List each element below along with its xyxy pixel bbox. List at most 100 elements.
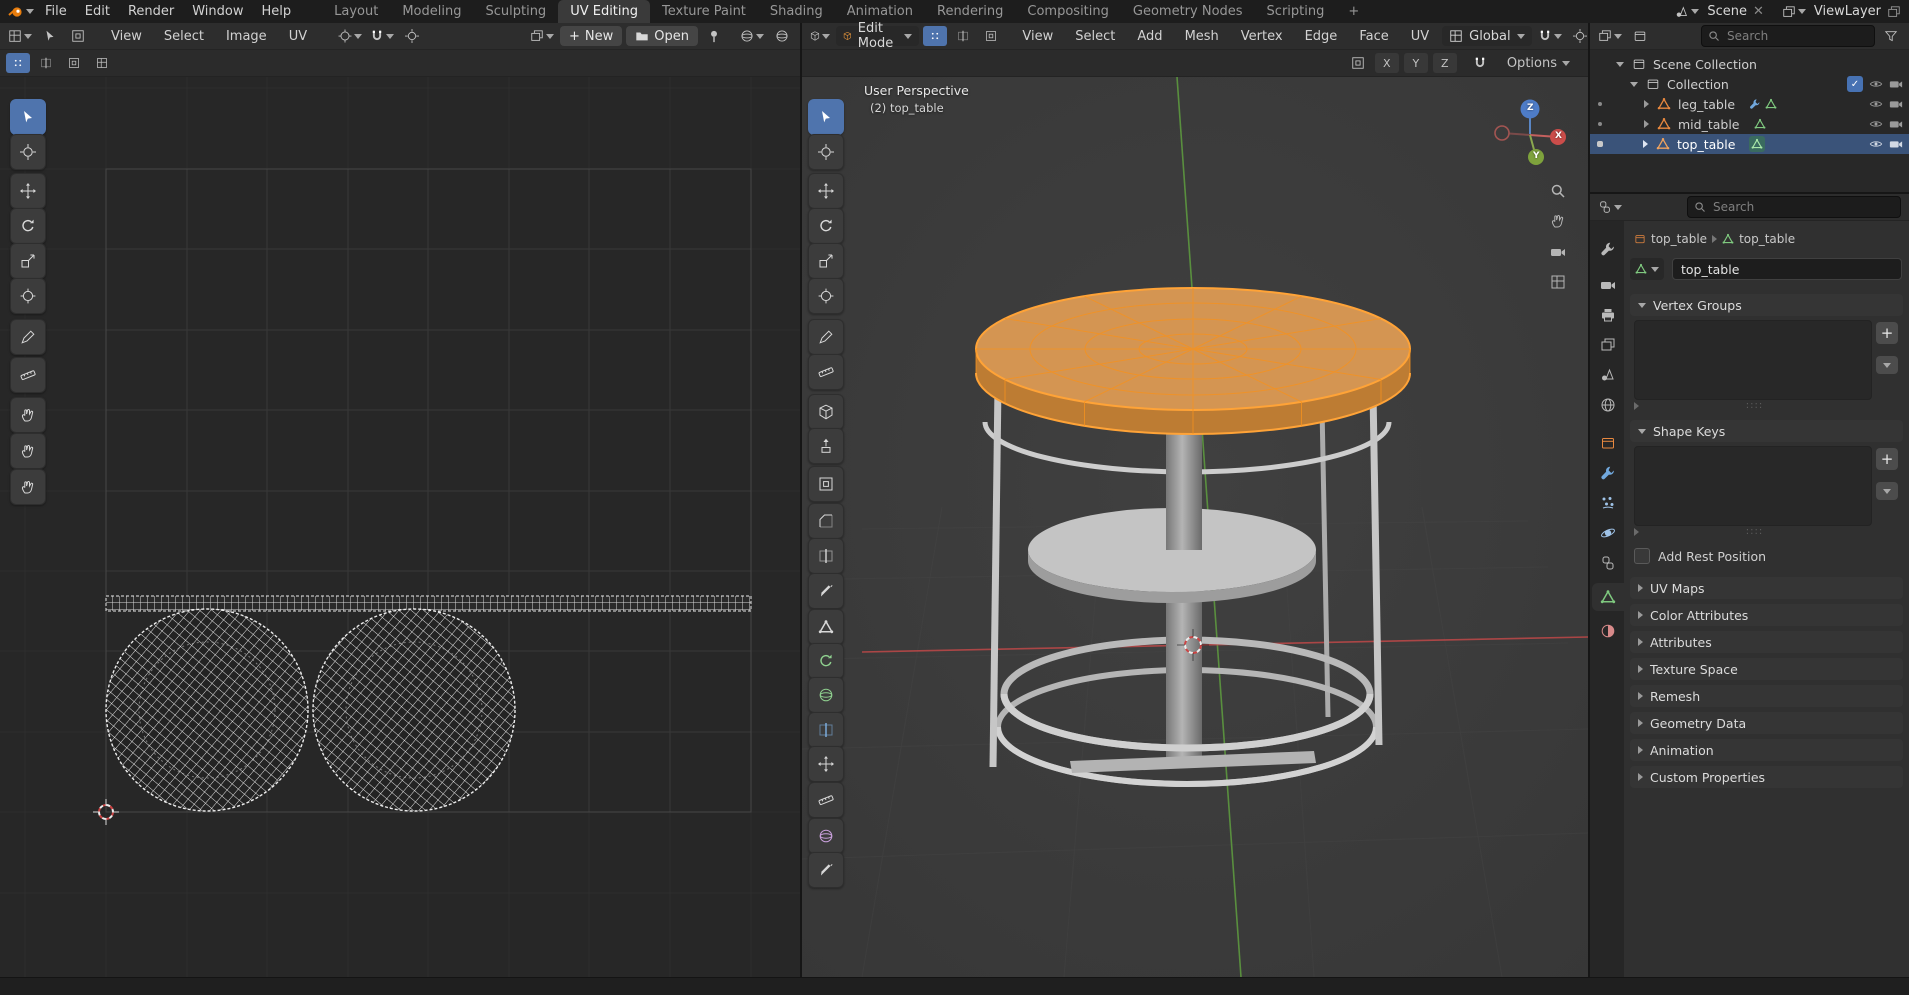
- uv-overlays-toggle[interactable]: [770, 26, 794, 46]
- tab-sculpting[interactable]: Sculpting: [473, 0, 558, 23]
- panel-shape-keys[interactable]: Shape Keys: [1630, 420, 1903, 442]
- outliner-display-mode-button[interactable]: [1628, 26, 1652, 46]
- select-menu[interactable]: Select: [1066, 23, 1124, 49]
- viewlayer-name[interactable]: ViewLayer: [1814, 4, 1881, 19]
- viewlayer-new-icon[interactable]: [1887, 5, 1901, 19]
- scene-browse-button[interactable]: [1673, 2, 1701, 22]
- snap-toggle-button[interactable]: [1536, 26, 1564, 46]
- panel-vertex-groups[interactable]: Vertex Groups: [1630, 294, 1903, 316]
- tab-modeling[interactable]: Modeling: [390, 0, 473, 23]
- camera-icon[interactable]: [1889, 77, 1903, 91]
- tab-modifiers[interactable]: [1592, 459, 1624, 487]
- tab-render[interactable]: [1592, 271, 1624, 299]
- tool-edge-slide[interactable]: [808, 712, 844, 748]
- pin-image-button[interactable]: [702, 26, 726, 46]
- uv-menu[interactable]: UV: [1402, 23, 1438, 49]
- camera-icon[interactable]: [1889, 137, 1903, 151]
- uv-tool-cursor[interactable]: [10, 134, 46, 170]
- eye-icon[interactable]: [1869, 137, 1883, 151]
- tab-rendering[interactable]: Rendering: [925, 0, 1015, 23]
- uv-tool-grab[interactable]: [10, 397, 46, 433]
- transform-orientation-dropdown[interactable]: Global: [1442, 26, 1532, 46]
- menu-render[interactable]: Render: [119, 0, 183, 23]
- image-browse-button[interactable]: [528, 26, 556, 46]
- tab-world[interactable]: [1592, 391, 1624, 419]
- properties-editor-type-button[interactable]: [1596, 197, 1624, 217]
- uv-tool-tweak[interactable]: [10, 99, 46, 135]
- tool-rotate[interactable]: [808, 208, 844, 244]
- panel-custom-properties[interactable]: Custom Properties: [1630, 766, 1903, 788]
- mesh-select-face-button[interactable]: [979, 26, 1003, 46]
- zoom-control[interactable]: [1546, 181, 1570, 201]
- uv-pivot-button[interactable]: [336, 26, 364, 46]
- snapping-options-button[interactable]: [1468, 53, 1492, 73]
- modifier-wrench-icon[interactable]: [1749, 98, 1761, 110]
- tab-view-layer[interactable]: [1592, 331, 1624, 359]
- outliner-row-scene-collection[interactable]: Scene Collection: [1590, 54, 1909, 74]
- tab-geometry-nodes[interactable]: Geometry Nodes: [1121, 0, 1255, 23]
- tool-tweak[interactable]: [808, 99, 844, 135]
- outliner-search[interactable]: [1701, 25, 1875, 47]
- shape-key-specials-button[interactable]: [1876, 482, 1898, 500]
- vertex-menu[interactable]: Vertex: [1232, 23, 1292, 49]
- eye-icon[interactable]: [1869, 97, 1883, 111]
- tool-cursor[interactable]: [808, 134, 844, 170]
- menu-help[interactable]: Help: [253, 0, 301, 23]
- uv-select-edge-button[interactable]: [34, 53, 58, 73]
- uv-canvas[interactable]: [0, 77, 800, 977]
- active-data-badge[interactable]: [1749, 136, 1766, 152]
- pan-control[interactable]: [1546, 211, 1570, 231]
- toggle-ortho-control[interactable]: [1546, 272, 1570, 292]
- outliner-filter-button[interactable]: [1879, 26, 1903, 46]
- uv-menu-view[interactable]: View: [102, 23, 151, 49]
- panel-geometry-data[interactable]: Geometry Data: [1630, 712, 1903, 734]
- disclosure-icon[interactable]: [1644, 120, 1649, 128]
- outliner-row-collection[interactable]: Collection ✓: [1590, 74, 1909, 94]
- tool-annotate[interactable]: [808, 319, 844, 355]
- navigation-gizmo[interactable]: Z X Y: [1492, 93, 1568, 169]
- tab-material[interactable]: [1592, 617, 1624, 645]
- eye-icon[interactable]: [1869, 77, 1883, 91]
- uv-tool-relax[interactable]: [10, 433, 46, 469]
- breadcrumb-data[interactable]: top_table: [1739, 232, 1795, 246]
- uv-tool-transform[interactable]: [10, 278, 46, 314]
- mesh-select-edge-button[interactable]: [951, 26, 975, 46]
- viewport-canvas[interactable]: [802, 77, 1588, 977]
- tool-transform[interactable]: [808, 278, 844, 314]
- uv-snap-button[interactable]: [368, 26, 396, 46]
- tab-output[interactable]: [1592, 301, 1624, 329]
- tab-particles[interactable]: [1592, 489, 1624, 517]
- properties-search[interactable]: [1687, 196, 1901, 218]
- tool-knife[interactable]: [808, 573, 844, 609]
- viewport-editor-type-button[interactable]: [808, 26, 832, 46]
- tool-add-cube[interactable]: [808, 394, 844, 430]
- eye-icon[interactable]: [1869, 117, 1883, 131]
- add-menu[interactable]: Add: [1128, 23, 1171, 49]
- scene-unlink-icon[interactable]: ✕: [1753, 4, 1764, 19]
- tool-move[interactable]: [808, 173, 844, 209]
- properties-search-input[interactable]: [1711, 199, 1894, 215]
- vertex-groups-grip[interactable]: ::::: [1634, 400, 1870, 411]
- tool-rip-region[interactable]: [808, 852, 844, 888]
- add-workspace-button[interactable]: +: [1336, 0, 1371, 23]
- transform-pivot-button[interactable]: [1346, 53, 1370, 73]
- scene-name[interactable]: Scene: [1707, 4, 1747, 19]
- menu-window[interactable]: Window: [183, 0, 252, 23]
- uv-tool-rotate[interactable]: [10, 208, 46, 244]
- uv-menu-uv[interactable]: UV: [280, 23, 316, 49]
- mesh-menu[interactable]: Mesh: [1176, 23, 1228, 49]
- uv-menu-image[interactable]: Image: [217, 23, 276, 49]
- tab-texture-paint[interactable]: Texture Paint: [650, 0, 758, 23]
- breadcrumb-object[interactable]: top_table: [1651, 232, 1707, 246]
- tab-compositing[interactable]: Compositing: [1015, 0, 1121, 23]
- mirror-z-toggle[interactable]: Z: [1432, 53, 1457, 73]
- outliner-row-leg-table[interactable]: leg_table: [1590, 94, 1909, 114]
- uv-select-mode-button[interactable]: [66, 26, 90, 46]
- menu-edit[interactable]: Edit: [76, 0, 119, 23]
- disclosure-icon[interactable]: [1616, 61, 1624, 67]
- viewlayer-browse-button[interactable]: [1780, 2, 1808, 22]
- options-dropdown[interactable]: Options: [1505, 53, 1572, 73]
- tool-bevel[interactable]: [808, 503, 844, 539]
- shape-key-add-button[interactable]: +: [1876, 448, 1898, 470]
- data-id-selector[interactable]: [1630, 258, 1664, 280]
